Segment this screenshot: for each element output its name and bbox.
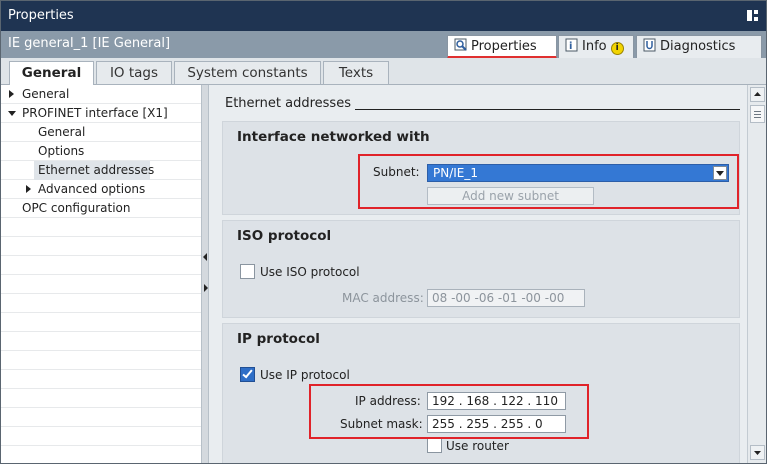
iso-protocol-group: ISO protocol Use ISO protocol MAC addres… [222,220,740,318]
tree-item-profinet-interface[interactable]: PROFINET interface [X1] [1,104,201,123]
subtab-bar: General IO tags System constants Texts [1,58,766,86]
collapse-arrow-icon[interactable] [8,111,16,116]
window-title: Properties [8,8,74,23]
tree-item-advanced-options[interactable]: Advanced options [1,180,201,199]
properties-content: Ethernet addresses Interface networked w… [209,85,747,463]
subtab-texts[interactable]: Texts [323,61,389,85]
pin-icon[interactable] [747,10,758,21]
use-iso-checkbox[interactable] [240,264,255,279]
tree-item-opc-configuration[interactable]: OPC configuration [1,199,201,218]
group-title: Interface networked with [237,129,430,145]
group-title: IP protocol [237,331,320,347]
expand-arrow-icon[interactable] [26,185,31,193]
pane-splitter[interactable] [201,85,209,463]
tab-properties-label: Properties [471,39,537,54]
collapse-left-icon[interactable] [203,253,207,261]
properties-window: Properties IE general_1 [IE General] Pro… [0,0,767,464]
section-header: Ethernet addresses [225,96,351,111]
mac-address-field[interactable]: 08 -00 -06 -01 -00 -00 [427,289,585,307]
use-ip-checkbox[interactable] [240,367,255,382]
tree-item-label: PROFINET interface [X1] [22,106,168,120]
tab-info[interactable]: i Info i [558,35,634,58]
title-bar: Properties [1,1,766,31]
tab-diagnostics-label: Diagnostics [660,39,736,54]
use-router-checkbox[interactable] [427,438,442,453]
subtab-general[interactable]: General [9,61,94,86]
tree-item-label: Options [38,144,85,158]
tree-item-label: Advanced options [38,182,146,196]
mac-address-label: MAC address: [342,291,424,305]
subtab-io-tags[interactable]: IO tags [96,61,172,85]
tab-properties[interactable]: Properties [447,35,557,59]
navigation-tree: General PROFINET interface [X1] General … [1,85,201,463]
use-ip-label: Use IP protocol [260,368,350,382]
scroll-down-button[interactable] [750,445,765,460]
expand-right-icon[interactable] [204,284,208,292]
scroll-up-button[interactable] [750,87,765,102]
object-name: IE general_1 [IE General] [8,36,171,51]
tab-info-label: Info [582,39,607,54]
diagnostics-icon [643,38,657,52]
expand-arrow-icon[interactable] [9,90,14,98]
tab-diagnostics[interactable]: Diagnostics [636,35,762,58]
tree-item-ethernet-addresses[interactable]: Ethernet addresses [34,161,154,180]
tree-item-interface-general[interactable]: General [1,123,201,142]
info-icon: i [565,38,579,52]
subtab-system-constants[interactable]: System constants [174,61,321,85]
tree-item-label: Ethernet addresses [38,163,155,177]
tree-item-general[interactable]: General [1,85,201,104]
tree-item-label: General [38,125,86,139]
use-router-label: Use router [446,439,509,453]
use-iso-label: Use ISO protocol [260,265,360,279]
object-bar: IE general_1 [IE General] Properties i I… [1,31,766,59]
svg-text:i: i [569,41,572,52]
group-title: ISO protocol [237,228,332,244]
scroll-thumb[interactable] [750,105,765,123]
highlight-box-ip [309,384,589,439]
section-divider [355,109,740,110]
tree-item-label: General [22,87,70,101]
tree-item-options[interactable]: Options [1,142,201,161]
tree-item-label: OPC configuration [22,201,131,215]
vertical-scrollbar[interactable] [747,85,766,463]
properties-icon [454,38,468,52]
info-badge-icon: i [610,42,624,55]
highlight-box-subnet [358,154,739,209]
